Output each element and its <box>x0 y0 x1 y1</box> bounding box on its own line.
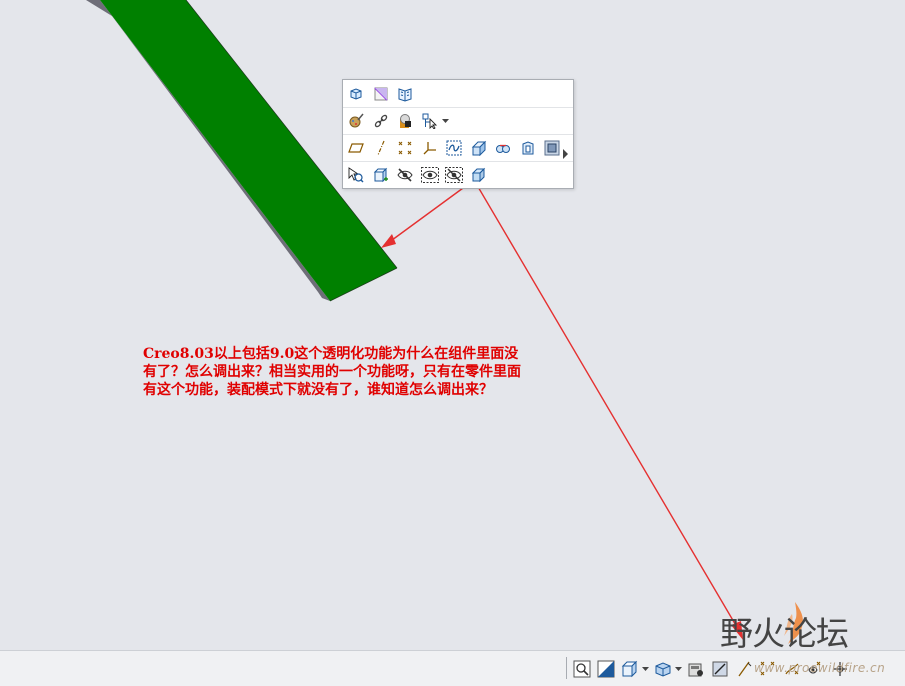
round-icon[interactable] <box>493 138 513 158</box>
pattern-icon[interactable] <box>542 138 562 158</box>
saved-views-icon[interactable] <box>395 84 415 104</box>
appearance-gallery-icon[interactable] <box>346 111 366 131</box>
more-expand-icon[interactable] <box>563 144 569 159</box>
display-style-dropdown-icon[interactable] <box>674 659 682 679</box>
perspective-view-icon[interactable] <box>710 659 730 679</box>
extrude-icon[interactable] <box>469 138 489 158</box>
csys-display-icon[interactable] <box>782 659 802 679</box>
point-display-icon[interactable] <box>758 659 778 679</box>
view-manager-icon[interactable] <box>686 659 706 679</box>
display-style-bar-icon[interactable] <box>653 659 673 679</box>
hide-icon[interactable] <box>395 165 415 185</box>
saved-orientations-dropdown-icon[interactable] <box>641 659 649 679</box>
spin-center-icon[interactable] <box>830 659 850 679</box>
status-bar <box>0 650 905 686</box>
sketch-icon[interactable] <box>444 138 464 158</box>
unhide-all-icon[interactable] <box>444 165 464 185</box>
csys-icon[interactable] <box>420 138 440 158</box>
view-orientation-icon[interactable] <box>596 659 616 679</box>
arrow-head-statusbar <box>731 621 743 640</box>
annotation-display-icon[interactable] <box>806 659 826 679</box>
display-style-icon[interactable] <box>346 84 366 104</box>
refit-icon[interactable] <box>572 659 592 679</box>
saved-orientations-icon[interactable] <box>620 659 640 679</box>
default-orientation-icon[interactable] <box>371 84 391 104</box>
mini-toolbar-row-3 <box>343 134 573 161</box>
arrow-head-model <box>381 234 396 248</box>
point-icon[interactable] <box>395 138 415 158</box>
annotation-text: Creo8.03以上包括9.0这个透明化功能为什么在组件里面没有了？怎么调出来？… <box>143 346 521 398</box>
annotation-arrows <box>387 179 742 635</box>
zoom-select-icon[interactable] <box>346 165 366 185</box>
render-icon[interactable] <box>395 111 415 131</box>
datum-display-icon[interactable] <box>734 659 754 679</box>
transparency-icon[interactable] <box>469 165 489 185</box>
select-filter-icon[interactable] <box>420 111 440 131</box>
plane-icon[interactable] <box>346 138 366 158</box>
graphics-toolbar <box>572 659 854 679</box>
mini-toolbar-row-1 <box>343 80 573 107</box>
mini-toolbar-row-2 <box>343 107 573 134</box>
select-filter-dropdown-icon[interactable] <box>441 111 449 131</box>
mini-toolbar-row-4 <box>343 161 573 188</box>
axis-icon[interactable] <box>371 138 391 158</box>
show-icon[interactable] <box>420 165 440 185</box>
status-bar-separator <box>566 657 567 679</box>
chain-icon[interactable] <box>371 111 391 131</box>
new-component-icon[interactable] <box>371 165 391 185</box>
mini-toolbar <box>342 79 574 189</box>
shell-icon[interactable] <box>518 138 538 158</box>
